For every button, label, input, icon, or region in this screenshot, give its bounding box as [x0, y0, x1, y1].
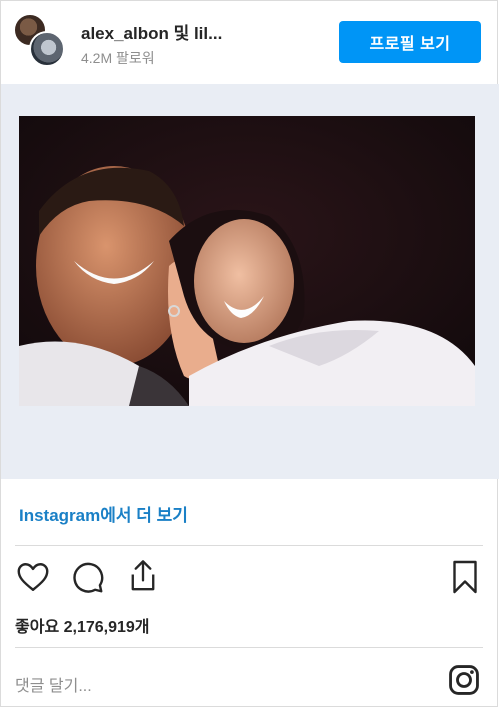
polaroid-photo: [19, 116, 475, 406]
avatar-group[interactable]: [13, 13, 69, 69]
share-icon[interactable]: [125, 557, 161, 595]
instagram-embed-card: alex_albon 및 lil... 4.2M 팔로워 프로필 보기 Inst…: [0, 0, 499, 707]
view-profile-button[interactable]: 프로필 보기: [339, 21, 481, 63]
heart-icon[interactable]: [15, 559, 51, 595]
divider: [15, 647, 483, 648]
photo-scene: [19, 116, 475, 406]
instagram-icon[interactable]: [447, 663, 481, 697]
divider: [15, 545, 483, 546]
avatar[interactable]: [29, 31, 65, 67]
view-more-on-instagram-link[interactable]: Instagram에서 더 보기: [19, 501, 188, 526]
comment-input[interactable]: 댓글 달기...: [15, 672, 92, 696]
username[interactable]: alex_albon 및 lil...: [81, 19, 222, 44]
bookmark-icon[interactable]: [449, 559, 481, 595]
post-image[interactable]: [1, 84, 499, 479]
post-header: alex_albon 및 lil... 4.2M 팔로워 프로필 보기: [1, 1, 497, 81]
follower-count: 4.2M 팔로워: [81, 50, 155, 66]
comment-icon[interactable]: [69, 559, 105, 595]
like-count[interactable]: 좋아요 2,176,919개: [15, 613, 150, 637]
